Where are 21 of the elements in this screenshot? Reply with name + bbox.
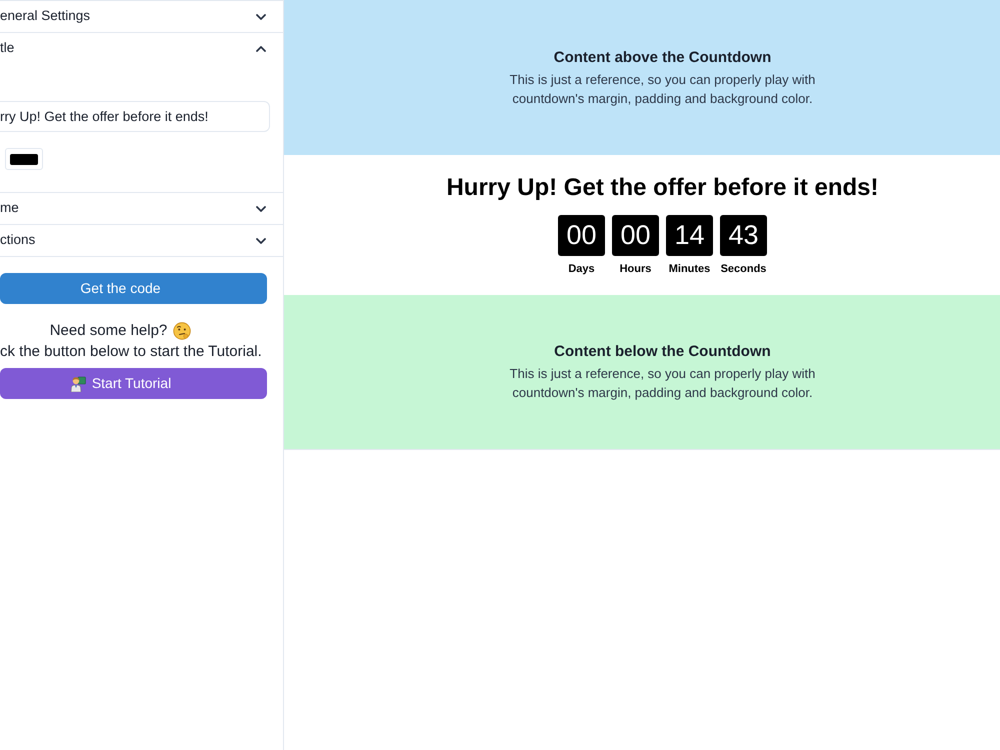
countdown-digits: 00 (612, 215, 659, 256)
reference-text: This is just a reference, so you can properly play with countdown's margin, padding and background color. (508, 365, 816, 402)
countdown-title: Hurry Up! Get the offer before it ends! (446, 174, 879, 202)
help-title: Need some help? (50, 320, 168, 341)
start-tutorial-button[interactable]: Start Tutorial (0, 368, 267, 399)
person-at-board-icon (70, 376, 86, 392)
help-text: ck the button below to start the Tutorial. (0, 342, 263, 362)
countdown-label: Days (568, 262, 595, 276)
countdown-label: Minutes (668, 262, 710, 276)
reference-heading: Content below the Countdown (554, 342, 771, 362)
title-input[interactable]: rry Up! Get the offer before it ends! (0, 101, 270, 132)
color-picker[interactable] (5, 148, 43, 170)
countdown-label: Seconds (720, 262, 766, 276)
reference-text: This is just a reference, so you can properly play with countdown's margin, padding and background color. (508, 70, 816, 108)
countdown-digits: 00 (558, 215, 605, 256)
get-code-button[interactable]: Get the code (0, 273, 267, 304)
countdown-digits: 14 (666, 215, 713, 256)
face-icon (173, 322, 192, 340)
reference-heading: Content above the Countdown (554, 48, 772, 68)
countdown-digits: 43 (720, 215, 767, 256)
countdown-label: Hours (620, 262, 652, 276)
